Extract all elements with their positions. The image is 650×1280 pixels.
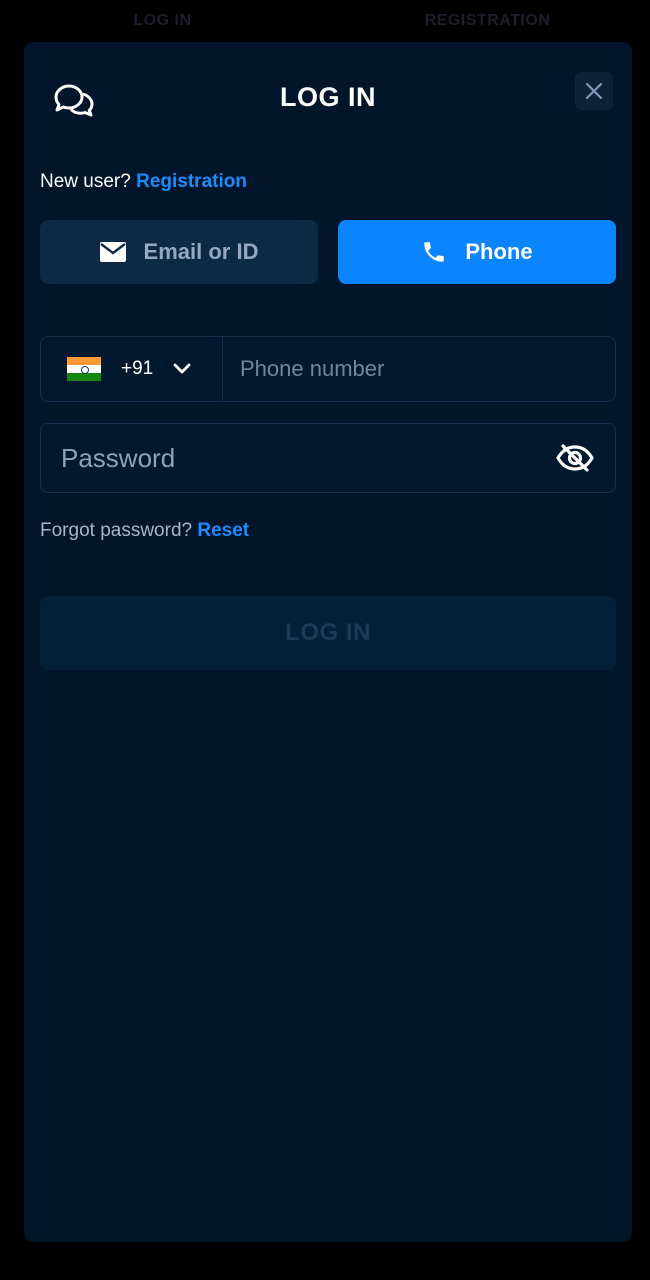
phone-icon (424, 242, 445, 262)
password-input[interactable] (41, 424, 555, 492)
tab-email-label: Email or ID (143, 239, 259, 264)
modal-header: LOG IN (24, 42, 632, 154)
country-code-value: +91 (121, 358, 154, 379)
new-user-prompt: New user? Registration (40, 171, 247, 193)
eye-off-icon[interactable] (555, 442, 595, 474)
mail-icon (99, 242, 126, 262)
backdrop-tab-login: LOG IN (133, 12, 192, 29)
chevron-down-icon (173, 363, 191, 374)
close-button[interactable] (575, 72, 613, 110)
country-code-select[interactable]: +91 (41, 337, 223, 401)
india-flag-icon (67, 357, 101, 381)
forgot-password-prompt: Forgot password? Reset (40, 520, 249, 542)
password-field-group (40, 423, 616, 493)
backdrop-tabs: LOG IN REGISTRATION (0, 0, 650, 42)
tab-phone[interactable]: Phone (338, 220, 616, 284)
phone-field-group: +91 (40, 336, 616, 402)
page-title: LOG IN (280, 82, 376, 112)
login-submit-button[interactable]: LOG IN (40, 596, 616, 670)
reset-link[interactable]: Reset (197, 520, 249, 541)
close-icon (585, 82, 603, 100)
login-modal: LOG IN New user? Registration Email or I… (24, 42, 632, 1242)
registration-link[interactable]: Registration (136, 171, 247, 192)
phone-number-input[interactable] (223, 337, 615, 401)
login-method-tabs: Email or ID Phone (40, 220, 616, 284)
backdrop-tab-registration: REGISTRATION (424, 12, 551, 29)
tab-email-or-id[interactable]: Email or ID (40, 220, 318, 284)
forgot-password-label: Forgot password? (40, 520, 193, 541)
new-user-label: New user? (40, 171, 131, 192)
tab-phone-label: Phone (465, 239, 533, 264)
